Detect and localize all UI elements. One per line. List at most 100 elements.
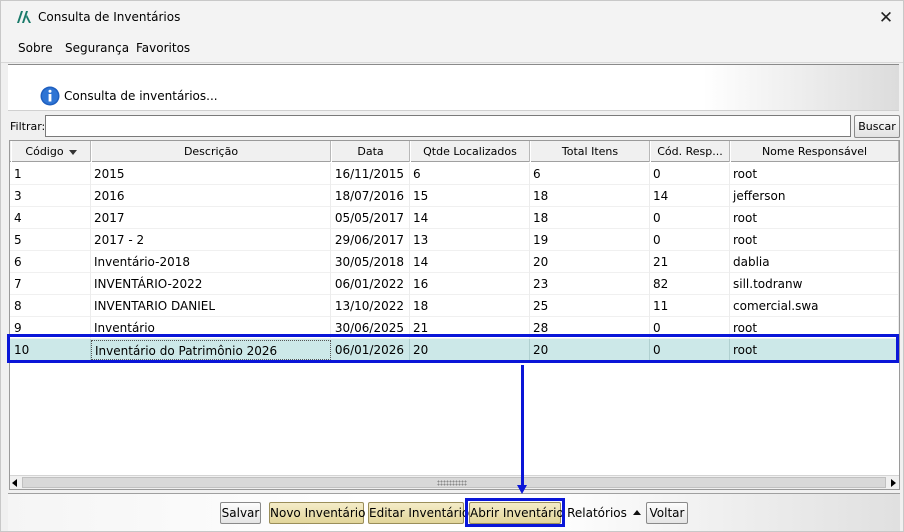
annotation-arrow-head — [517, 485, 527, 494]
caret-up-icon — [632, 510, 641, 515]
annotation-arrow-line — [521, 365, 524, 487]
column-header-cod-resp[interactable]: Cód. Resp... — [650, 141, 730, 162]
cell-descricao[interactable]: 2017 - 2 — [91, 229, 331, 251]
novo-label: Novo Inventário — [270, 506, 366, 520]
cell-qtde-localizados[interactable]: 6 — [410, 163, 530, 185]
menu-seguranca[interactable]: Segurança — [65, 41, 129, 55]
cell-qtde-localizados[interactable]: 16 — [410, 273, 530, 295]
cell-nome-responsavel[interactable]: root — [730, 229, 899, 251]
cell-qtde-localizados[interactable]: 18 — [410, 295, 530, 317]
novo-inventario-button[interactable]: Novo Inventário — [269, 502, 366, 524]
cell-cod-resp[interactable]: 82 — [650, 273, 730, 295]
scrollbar-thumb[interactable] — [22, 477, 886, 488]
cell-nome-responsavel[interactable]: comercial.swa — [730, 295, 899, 317]
voltar-button[interactable]: Voltar — [646, 502, 688, 524]
cell-codigo[interactable]: 6 — [11, 251, 91, 273]
cell-data[interactable]: 06/01/2022 — [331, 273, 410, 295]
cell-total-itens[interactable]: 20 — [530, 251, 650, 273]
filter-label: Filtrar: — [10, 120, 46, 133]
cell-total-itens[interactable]: 18 — [530, 207, 650, 229]
voltar-label: Voltar — [649, 506, 685, 520]
cell-descricao[interactable]: 2016 — [91, 185, 331, 207]
table-row[interactable]: 6 Inventário-2018 30/05/2018 14 20 21 dablia — [10, 251, 899, 273]
bottom-toolbar: Salvar Novo Inventário Editar Inventário… — [8, 493, 900, 531]
column-header-qtde-localizados[interactable]: Qtde Localizados — [410, 141, 530, 162]
app-logo-icon — [17, 11, 31, 23]
cell-nome-responsavel[interactable]: root — [730, 163, 899, 185]
cell-data[interactable]: 18/07/2016 — [331, 185, 410, 207]
cell-nome-responsavel[interactable]: sill.todranw — [730, 273, 899, 295]
cell-descricao[interactable]: Inventário-2018 — [91, 251, 331, 273]
window-title: Consulta de Inventários — [38, 10, 181, 24]
table-body: 1 2015 16/11/2015 6 6 0 root 3 2016 18/07/2016 15 1… — [10, 163, 899, 361]
cell-descricao[interactable]: INVENTARIO DANIEL — [91, 295, 331, 317]
scrollbar-grip — [437, 480, 467, 486]
header-banner: Consulta de inventários... — [8, 64, 899, 111]
cell-codigo[interactable]: 3 — [11, 185, 91, 207]
cell-codigo[interactable]: 1 — [11, 163, 91, 185]
cell-total-itens[interactable]: 18 — [530, 185, 650, 207]
selected-row-highlight — [7, 334, 899, 363]
cell-qtde-localizados[interactable]: 14 — [410, 207, 530, 229]
salvar-label: Salvar — [221, 506, 260, 520]
column-header-codigo[interactable]: Código — [11, 141, 91, 162]
column-header-data[interactable]: Data — [331, 141, 410, 162]
menu-sobre[interactable]: Sobre — [18, 41, 53, 55]
table-row[interactable]: 3 2016 18/07/2016 15 18 14 jefferson — [10, 185, 899, 207]
cell-codigo[interactable]: 5 — [11, 229, 91, 251]
cell-cod-resp[interactable]: 21 — [650, 251, 730, 273]
banner-text: Consulta de inventários... — [64, 89, 218, 103]
cell-cod-resp[interactable]: 0 — [650, 163, 730, 185]
cell-data[interactable]: 16/11/2015 — [331, 163, 410, 185]
table-row[interactable]: 7 INVENTÁRIO-2022 06/01/2022 16 23 82 sill.tod… — [10, 273, 899, 295]
cell-total-itens[interactable]: 25 — [530, 295, 650, 317]
cell-qtde-localizados[interactable]: 13 — [410, 229, 530, 251]
menu-favoritos[interactable]: Favoritos — [136, 41, 190, 55]
abrir-button-highlight — [465, 498, 565, 527]
editar-label: Editar Inventário — [369, 506, 470, 520]
cell-codigo[interactable]: 8 — [11, 295, 91, 317]
table-row[interactable]: 4 2017 05/05/2017 14 18 0 root — [10, 207, 899, 229]
cell-nome-responsavel[interactable]: root — [730, 207, 899, 229]
column-header-descricao[interactable]: Descrição — [91, 141, 331, 162]
cell-nome-responsavel[interactable]: dablia — [730, 251, 899, 273]
cell-cod-resp[interactable]: 11 — [650, 295, 730, 317]
table-row[interactable]: 8 INVENTARIO DANIEL 13/10/2022 18 25 11 comerc… — [10, 295, 899, 317]
scroll-right-icon[interactable] — [891, 479, 896, 487]
search-button[interactable]: Buscar — [854, 115, 900, 138]
cell-total-itens[interactable]: 19 — [530, 229, 650, 251]
close-icon[interactable]: ✕ — [869, 1, 903, 35]
cell-cod-resp[interactable]: 0 — [650, 207, 730, 229]
scroll-left-icon[interactable] — [12, 479, 17, 487]
cell-data[interactable]: 05/05/2017 — [331, 207, 410, 229]
cell-descricao[interactable]: 2015 — [91, 163, 331, 185]
info-icon — [40, 86, 60, 106]
cell-qtde-localizados[interactable]: 14 — [410, 251, 530, 273]
horizontal-scrollbar[interactable] — [10, 475, 899, 489]
cell-descricao[interactable]: INVENTÁRIO-2022 — [91, 273, 331, 295]
cell-nome-responsavel[interactable]: jefferson — [730, 185, 899, 207]
cell-data[interactable]: 30/05/2018 — [331, 251, 410, 273]
cell-codigo[interactable]: 4 — [11, 207, 91, 229]
application-window: Consulta de Inventários ✕ Sobre Seguranç… — [0, 0, 904, 532]
cell-total-itens[interactable]: 23 — [530, 273, 650, 295]
relatorios-label: Relatórios — [567, 506, 627, 520]
cell-cod-resp[interactable]: 0 — [650, 229, 730, 251]
filter-input[interactable] — [45, 115, 851, 137]
salvar-button[interactable]: Salvar — [220, 502, 261, 524]
cell-total-itens[interactable]: 6 — [530, 163, 650, 185]
editar-inventario-button[interactable]: Editar Inventário — [368, 502, 469, 524]
cell-qtde-localizados[interactable]: 15 — [410, 185, 530, 207]
relatorios-button[interactable]: Relatórios — [565, 502, 643, 524]
table-row[interactable]: 5 2017 - 2 29/06/2017 13 19 0 root — [10, 229, 899, 251]
cell-cod-resp[interactable]: 14 — [650, 185, 730, 207]
table-row[interactable]: 1 2015 16/11/2015 6 6 0 root — [10, 163, 899, 185]
table-header: Código Descrição Data Qtde Localizados T… — [10, 141, 899, 162]
cell-codigo[interactable]: 7 — [11, 273, 91, 295]
cell-descricao[interactable]: 2017 — [91, 207, 331, 229]
title-bar: Consulta de Inventários ✕ — [1, 1, 903, 35]
cell-data[interactable]: 29/06/2017 — [331, 229, 410, 251]
cell-data[interactable]: 13/10/2022 — [331, 295, 410, 317]
column-header-nome-responsavel[interactable]: Nome Responsável — [730, 141, 899, 162]
column-header-total-itens[interactable]: Total Itens — [530, 141, 650, 162]
